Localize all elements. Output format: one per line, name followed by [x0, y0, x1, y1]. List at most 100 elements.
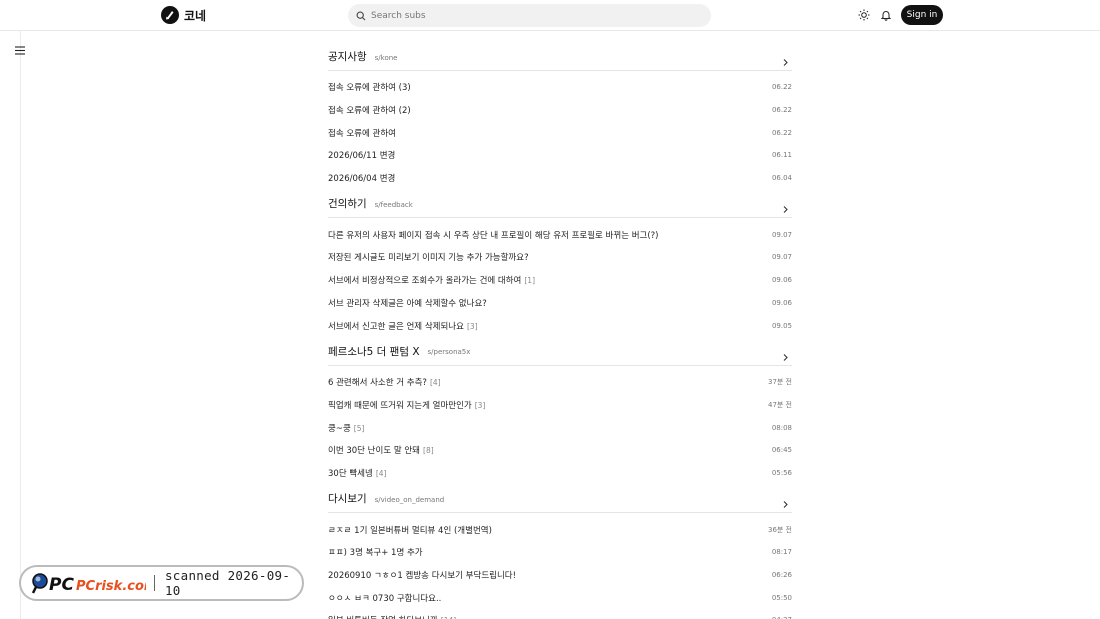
post-row[interactable]: 저장된 게시글도 미리보기 이미지 기능 추가 가능할까요? 09.07: [328, 246, 792, 269]
post-title[interactable]: 서브에서 비정상적으로 조회수가 올라가는 건에 대하여 [1]: [328, 274, 535, 286]
section-title[interactable]: 공지사항: [328, 49, 367, 64]
post-title-text[interactable]: 픽업캐 때문에 뜨거워 지는게 얼마만인가: [328, 401, 472, 411]
post-row[interactable]: 서브에서 비정상적으로 조회수가 올라가는 건에 대하여 [1] 09.06: [328, 269, 792, 292]
post-date: 09.05: [771, 321, 792, 330]
post-title-text[interactable]: 2026/06/04 변경: [328, 174, 395, 184]
post-title[interactable]: ㅍㅍ) 3명 복구+ 1명 추가: [328, 546, 426, 558]
post-title-text[interactable]: 접속 오류에 관하여: [328, 129, 396, 139]
section-title[interactable]: 다시보기: [328, 491, 367, 506]
post-title-text[interactable]: 이번 30단 난이도 말 안돼: [328, 446, 420, 456]
post-row[interactable]: 접속 오류에 관하여 (3) 06.22: [328, 76, 792, 99]
post-list: 6 관련해서 사소한 거 추측? [4] 37분 전 픽업캐 때문에 뜨거워 지는게 …: [328, 366, 792, 484]
post-row[interactable]: ㅍㅍ) 3명 복구+ 1명 추가 08:17: [328, 541, 792, 564]
post-date: 08:08: [771, 423, 792, 432]
chevron-right-icon[interactable]: [781, 494, 790, 509]
post-title-text[interactable]: 2026/06/11 변경: [328, 151, 395, 161]
post-title-text[interactable]: 서브 관리자 삭제글은 아예 삭제할수 없나요?: [328, 299, 487, 309]
chevron-right-icon[interactable]: [781, 347, 790, 361]
post-date: 47분 전: [767, 400, 792, 409]
post-date: 36분 전: [767, 525, 792, 534]
post-title[interactable]: 2026/06/04 변경: [328, 172, 398, 184]
post-title[interactable]: 서브에서 신고한 글은 언제 삭제되나요 [3]: [328, 320, 478, 332]
post-date: 08:17: [771, 548, 792, 557]
post-row[interactable]: 접속 오류에 관하여 (2) 06.22: [328, 99, 792, 122]
post-title[interactable]: ㄹㅈㄹ 1기 일본버튜버 멀티뷰 4인 (개별번역): [328, 524, 495, 536]
section-sub-name[interactable]: s/feedback: [375, 201, 413, 209]
sun-icon[interactable]: [857, 8, 871, 22]
post-row[interactable]: 6 관련해서 사소한 거 추측? [4] 37분 전: [328, 371, 792, 394]
post-title-text[interactable]: ㅇㅇㅅ ㅂㅋ 0730 구합니다요..: [328, 594, 441, 604]
brand-name: 코네: [184, 8, 207, 23]
post-title-text[interactable]: 30단 빡세넹: [328, 469, 373, 479]
post-title-text[interactable]: 다른 유저의 사용자 페이지 접속 시 우측 상단 내 프로필이 해당 유저 프…: [328, 231, 659, 241]
post-title[interactable]: ㅇㅇㅅ ㅂㅋ 0730 구합니다요..: [328, 592, 444, 604]
search-bar[interactable]: [348, 4, 711, 27]
post-title[interactable]: 쿵~쿵 [5]: [328, 422, 364, 434]
post-row[interactable]: 서브 관리자 삭제글은 아예 삭제할수 없나요? 09.06: [328, 292, 792, 315]
sign-in-button[interactable]: Sign in: [901, 5, 943, 25]
comment-count: [3]: [474, 400, 486, 410]
chevron-right-icon[interactable]: [781, 52, 790, 66]
post-title-text[interactable]: 접속 오류에 관하여 (3): [328, 83, 411, 93]
section-header[interactable]: 페르소나5 더 팬텀 X s/persona5x: [328, 338, 792, 366]
post-title-text[interactable]: 서브에서 신고한 글은 언제 삭제되나요: [328, 322, 464, 332]
post-row[interactable]: 접속 오류에 관하여 06.22: [328, 121, 792, 144]
post-row[interactable]: ㅇㅇㅅ ㅂㅋ 0730 구합니다요.. 05:50: [328, 586, 792, 609]
post-title[interactable]: 30단 빡세넹 [4]: [328, 467, 386, 479]
post-row[interactable]: 쿵~쿵 [5] 08:08: [328, 416, 792, 439]
post-title-text[interactable]: 접속 오류에 관하여 (2): [328, 106, 411, 116]
post-title-text[interactable]: 서브에서 비정상적으로 조회수가 올라가는 건에 대하여: [328, 276, 521, 286]
post-date: 06.22: [771, 128, 792, 137]
menu-icon[interactable]: [14, 44, 26, 56]
post-title[interactable]: 서브 관리자 삭제글은 아예 삭제할수 없나요?: [328, 297, 490, 309]
post-row[interactable]: 다른 유저의 사용자 페이지 접속 시 우측 상단 내 프로필이 해당 유저 프…: [328, 223, 792, 246]
post-row[interactable]: 일본 버튜버들 작업 하다보니까[14]04:27: [328, 609, 792, 619]
post-title[interactable]: 픽업캐 때문에 뜨거워 지는게 얼마만인가 [3]: [328, 399, 485, 411]
sidebar-divider: [20, 31, 21, 619]
post-title[interactable]: 접속 오류에 관하여 (3): [328, 81, 414, 93]
scan-badge: PC PCrisk.com scanned 2026-09-10: [19, 565, 304, 601]
sub-section: 공지사항 s/kone 접속 오류에 관하여 (3) 06.22 접속 오류에 관하여 …: [328, 43, 792, 189]
post-title[interactable]: 다른 유저의 사용자 페이지 접속 시 우측 상단 내 프로필이 해당 유저 프…: [328, 229, 662, 241]
post-row[interactable]: 픽업캐 때문에 뜨거워 지는게 얼마만인가 [3] 47분 전: [328, 394, 792, 417]
post-title-text[interactable]: ㅍㅍ) 3명 복구+ 1명 추가: [328, 548, 423, 558]
post-title-text[interactable]: 쿵~쿵: [328, 424, 351, 434]
post-title[interactable]: 이번 30단 난이도 말 안돼 [8]: [328, 444, 434, 456]
section-title[interactable]: 건의하기: [328, 196, 367, 211]
section-header[interactable]: 공지사항 s/kone: [328, 43, 792, 71]
chevron-right-icon[interactable]: [781, 199, 790, 214]
section-header[interactable]: 건의하기 s/feedback: [328, 190, 792, 219]
post-title[interactable]: 접속 오류에 관하여: [328, 127, 399, 139]
post-title[interactable]: 2026/06/11 변경: [328, 149, 398, 161]
comment-count: [4]: [375, 468, 387, 478]
post-title-text[interactable]: ㄹㅈㄹ 1기 일본버튜버 멀티뷰 4인 (개별번역): [328, 526, 492, 536]
top-header: 코네 Sign in: [0, 0, 1100, 31]
post-date: 05:56: [771, 468, 792, 477]
sub-section: 다시보기 s/video_on_demand ㄹㅈㄹ 1기 일본버튜버 멀티뷰 4인…: [328, 485, 792, 619]
post-date: 09.06: [771, 276, 792, 285]
post-title[interactable]: 저장된 게시글도 미리보기 이미지 기능 추가 가능할까요?: [328, 251, 532, 263]
post-title-text[interactable]: 6 관련해서 사소한 거 추측?: [328, 378, 427, 388]
post-row[interactable]: 서브에서 신고한 글은 언제 삭제되나요 [3] 09.05: [328, 314, 792, 337]
section-header[interactable]: 다시보기 s/video_on_demand: [328, 485, 792, 514]
bell-icon[interactable]: [879, 8, 893, 22]
post-title[interactable]: 6 관련해서 사소한 거 추측? [4]: [328, 376, 441, 388]
post-row[interactable]: 20260910 ㄱㅎㅇ1 켐방송 다시보기 부닥드립니다! 06:26: [328, 564, 792, 587]
section-title[interactable]: 페르소나5 더 팬텀 X: [328, 344, 420, 359]
post-row[interactable]: 30단 빡세넹 [4] 05:56: [328, 462, 792, 485]
post-row[interactable]: 이번 30단 난이도 말 안돼 [8] 06:45: [328, 439, 792, 462]
section-sub-name[interactable]: s/video_on_demand: [375, 496, 445, 504]
search-input[interactable]: [371, 10, 691, 21]
section-sub-name[interactable]: s/kone: [375, 54, 398, 62]
site-logo[interactable]: 코네: [161, 6, 206, 24]
post-title-text[interactable]: 저장된 게시글도 미리보기 이미지 기능 추가 가능할까요?: [328, 253, 529, 263]
post-row[interactable]: 2026/06/04 변경 06.04: [328, 167, 792, 190]
post-row[interactable]: ㄹㅈㄹ 1기 일본버튜버 멀티뷰 4인 (개별번역) 36분 전: [328, 518, 792, 541]
post-title[interactable]: 20260910 ㄱㅎㅇ1 켐방송 다시보기 부닥드립니다!: [328, 569, 519, 581]
section-sub-name[interactable]: s/persona5x: [428, 348, 471, 356]
post-row[interactable]: 2026/06/11 변경 06.11: [328, 144, 792, 167]
post-title-text[interactable]: 20260910 ㄱㅎㅇ1 켐방송 다시보기 부닥드립니다!: [328, 571, 516, 581]
post-title[interactable]: 일본 버튜버들 작업 하다보니까[14]: [328, 614, 456, 619]
post-title[interactable]: 접속 오류에 관하여 (2): [328, 104, 414, 116]
badge-separator: [154, 575, 155, 591]
